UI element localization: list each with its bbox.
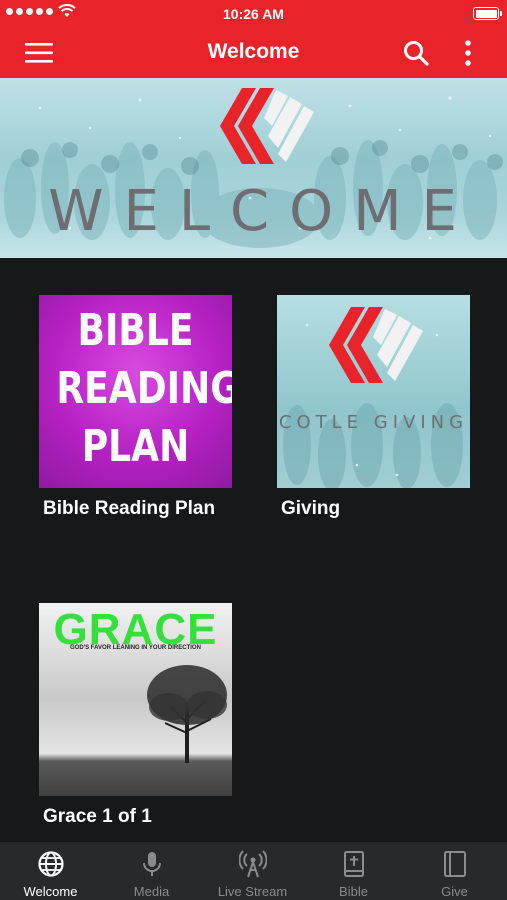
broadcast-antenna-icon [238, 850, 267, 878]
grid-item-bible-reading-plan[interactable]: BIBLE READING PLAN Bible Reading Plan [39, 295, 232, 520]
bible-reading-plan-image-line: PLAN [81, 421, 190, 472]
page-title: Welcome [207, 40, 300, 63]
tab-live-stream[interactable]: Live Stream [202, 842, 303, 900]
grid-item-label: Giving [281, 498, 341, 519]
hamburger-menu-icon[interactable] [24, 40, 54, 66]
giving-crowd-image [283, 307, 463, 488]
battery-icon [473, 7, 502, 20]
welcome-banner: WELCOME [0, 78, 507, 258]
grid-item-label: Grace 1 of 1 [43, 806, 152, 827]
tab-give[interactable]: Give [404, 842, 505, 900]
tab-label: Live Stream [217, 884, 288, 899]
globe-icon [37, 851, 64, 877]
search-icon[interactable] [402, 39, 430, 67]
church-logo-icon [220, 88, 314, 164]
grid-item-giving[interactable]: COTLE GIVING Giving [277, 295, 470, 520]
bible-reading-plan-image-line: BIBLE [77, 305, 194, 356]
tab-media[interactable]: Media [101, 842, 202, 900]
bible-reading-plan-image: BIBLE READING PLAN [39, 295, 232, 488]
microphone-icon [142, 852, 161, 876]
tab-bible[interactable]: Bible [303, 842, 404, 900]
more-vert-icon[interactable] [458, 39, 478, 67]
app-bar: Welcome [0, 28, 507, 78]
grid-item-grace[interactable]: GRACE GOD'S FAVOR LEANING IN YOUR DIRECT… [39, 603, 232, 828]
give-book-icon [443, 851, 466, 877]
tab-label: Bible [339, 884, 368, 899]
status-time: 10:26 AM [223, 6, 284, 22]
bottom-tab-bar: Welcome Media Live Stream Bible Give [0, 842, 507, 900]
tree-image [147, 665, 227, 763]
status-bar: 10:26 AM [0, 0, 507, 28]
grace-image: GRACE GOD'S FAVOR LEANING IN YOUR DIRECT… [39, 603, 232, 796]
tab-label: Welcome [23, 884, 78, 899]
tab-label: Media [133, 884, 170, 899]
giving-image: COTLE GIVING [277, 295, 470, 488]
giving-image-caption: COTLE GIVING [278, 412, 469, 433]
tab-label: Give [441, 884, 468, 899]
tab-welcome[interactable]: Welcome [0, 842, 101, 900]
welcome-banner-title: WELCOME [48, 179, 477, 244]
bible-reading-plan-image-line: READING [56, 363, 232, 414]
grid-item-label: Bible Reading Plan [43, 498, 216, 519]
bible-book-icon [343, 851, 364, 877]
